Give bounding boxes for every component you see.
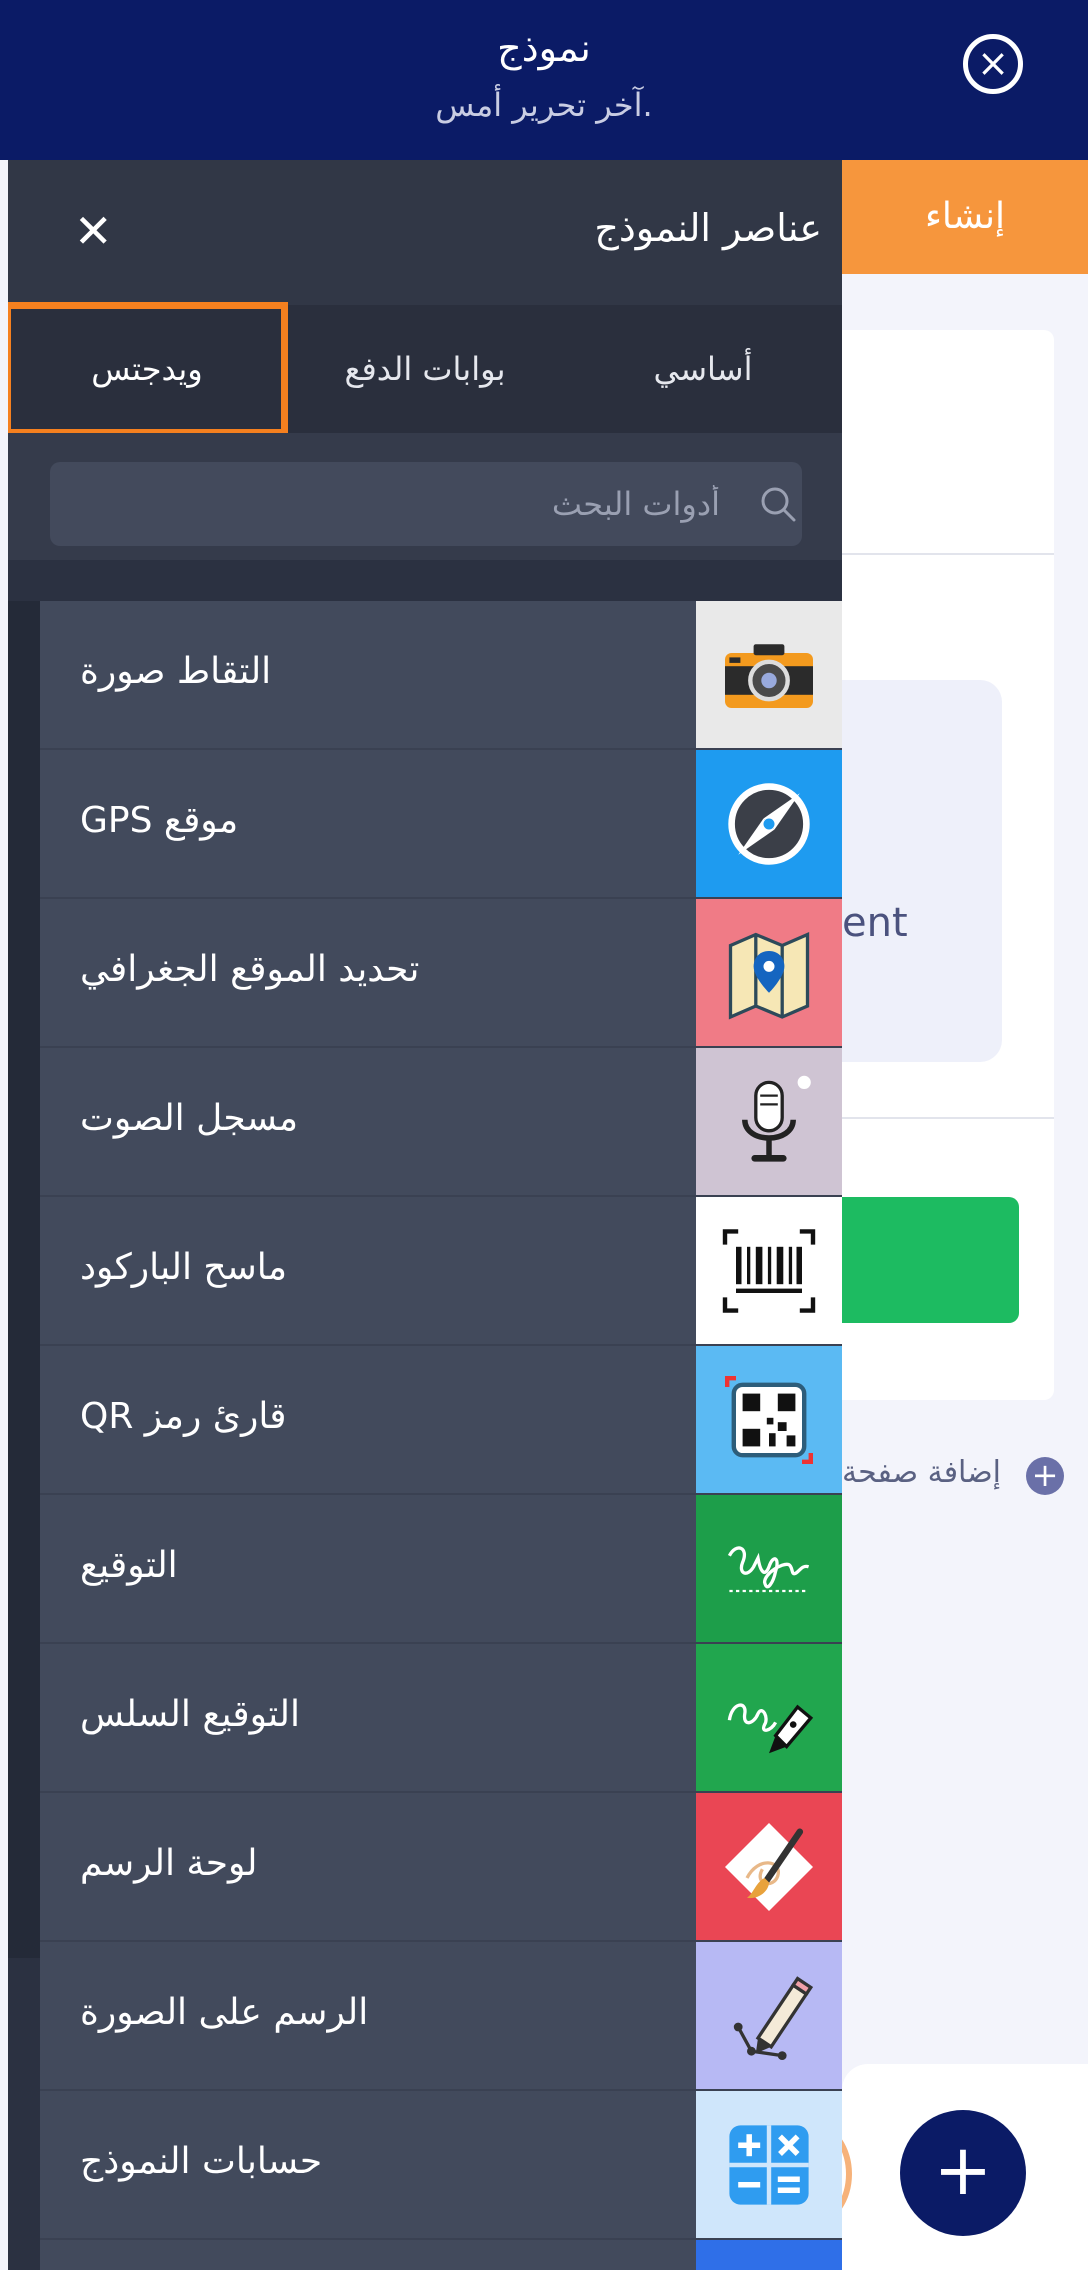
signature-icon [696,1495,842,1642]
drawer-header: عناصر النموذج ✕ [8,160,842,305]
list-item-take-photo[interactable]: التقاط صورة [40,601,842,750]
search-box [50,462,802,546]
list-item-label: موقع GPS [80,800,239,841]
submit-button-preview[interactable] [842,1197,1019,1323]
list-item-label: التوقيع [80,1545,178,1586]
pencil-icon [696,1942,842,2089]
list-item-gps-location[interactable]: موقع GPS [40,750,842,899]
list-item-smooth-signature[interactable]: التوقيع السلس [40,1644,842,1793]
paintbrush-icon [696,1793,842,1940]
list-item-barcode-scanner[interactable]: ماسح الباركود [40,1197,842,1346]
list-item-label: تحديد الموقع الجغرافي [80,949,420,990]
canvas-divider [842,553,1054,555]
list-item-label: التقاط صورة [80,651,272,692]
list-item-form-calculation[interactable]: حسابات النموذج [40,2091,842,2240]
canvas-element-text: ent [842,900,908,946]
list-item-partial[interactable] [40,2240,842,2270]
list-item-geolocation[interactable]: تحديد الموقع الجغرافي [40,899,842,1048]
calculator-icon [696,2091,842,2238]
barcode-icon [696,1197,842,1344]
list-item-signature[interactable]: التوقيع [40,1495,842,1644]
drawer-title: عناصر النموذج [594,206,822,250]
active-tab-highlight [8,302,288,436]
canvas-divider [842,1117,1054,1119]
top-header: نموذج آخر تحرير أمس. × [0,0,1088,160]
create-tab[interactable]: إنشاء [842,160,1088,274]
close-circle-icon[interactable]: × [963,34,1023,94]
qr-code-icon [696,1346,842,1493]
list-item-label: التوقيع السلس [80,1694,301,1735]
search-icon [761,487,796,522]
scroll-rail [8,601,40,1958]
form-elements-drawer: عناصر النموذج ✕ أساسي بوابات الدفع ويدجت… [8,160,842,2270]
form-title: نموذج [497,26,591,70]
plus-circle-icon[interactable]: + [1026,1457,1064,1495]
canvas-element-block[interactable] [842,680,1002,1062]
microphone-icon [696,1048,842,1195]
list-item-voice-recorder[interactable]: مسجل الصوت [40,1048,842,1197]
widget-list: التقاط صورة موقع GPS تحديد الموقع الجغرا… [40,601,842,2270]
add-element-fab[interactable]: + [900,2110,1026,2236]
pen-nib-icon [696,1644,842,1791]
widget-icon [696,2240,842,2270]
list-item-qr-reader[interactable]: قارئ رمز QR [40,1346,842,1495]
list-item-label: الرسم على الصورة [80,1992,369,2033]
list-item-label: لوحة الرسم [80,1843,258,1884]
list-item-label: ماسح الباركود [80,1247,288,1288]
compass-icon [696,750,842,897]
close-icon[interactable]: ✕ [74,204,113,258]
list-item-label: حسابات النموذج [80,2141,323,2182]
list-item-drawing-board[interactable]: لوحة الرسم [40,1793,842,1942]
list-item-label: مسجل الصوت [80,1098,299,1139]
last-edited-text: آخر تحرير أمس. [435,86,653,124]
camera-icon [696,601,842,748]
map-pin-icon [696,899,842,1046]
search-input[interactable] [60,462,720,546]
tab-payment-gateways[interactable]: بوابات الدفع [286,305,564,433]
list-item-label: قارئ رمز QR [80,1396,287,1437]
list-item-draw-on-image[interactable]: الرسم على الصورة [40,1942,842,2091]
tab-basic[interactable]: أساسي [564,305,842,433]
